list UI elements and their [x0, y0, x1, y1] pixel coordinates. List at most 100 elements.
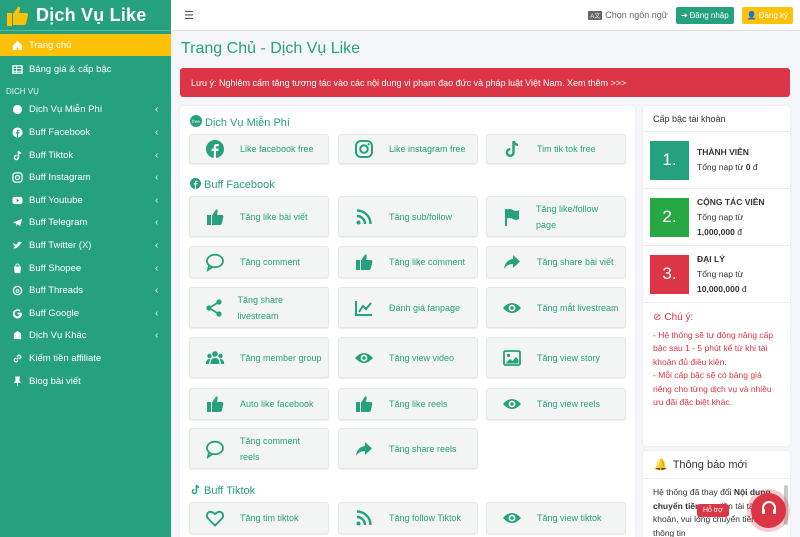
sidebar-item-label: Buff Facebook — [29, 126, 91, 138]
service-card-label: Tăng member group — [240, 352, 322, 363]
service-card[interactable]: Tim tik tok free — [486, 134, 626, 164]
service-card[interactable]: Auto like facebook — [189, 388, 329, 420]
sidebar-item-buff-google[interactable]: Buff Google ‹ — [0, 302, 171, 325]
service-card[interactable]: Tăng sub/follow — [338, 196, 478, 237]
users-icon — [190, 348, 240, 368]
service-card-label: Tăng share reels — [389, 443, 457, 454]
comment-icon — [190, 252, 240, 272]
chevron-left-icon: ‹ — [155, 285, 159, 297]
instagram-icon — [12, 172, 23, 183]
service-card[interactable]: Tăng like comment — [338, 246, 478, 278]
service-card-label: Tăng like comment — [389, 257, 466, 267]
sidebar-section-header: DỊCH VỤ — [6, 86, 39, 96]
services-panel: free Dịch Vụ Miễn Phí Like facebook free Li… — [180, 106, 635, 537]
section-title-label: Buff Tiktok — [204, 485, 256, 497]
free-badge-icon: free — [190, 115, 202, 130]
chevron-left-icon: ‹ — [155, 126, 159, 138]
service-card-label: Tăng like/follow page — [536, 203, 599, 230]
page-title: Trang Chủ - Dịch Vụ Like — [181, 40, 361, 57]
service-card[interactable]: Tăng tim tiktok — [189, 502, 329, 534]
service-card[interactable]: Tăng share livestream — [189, 287, 329, 328]
warning-alert[interactable]: Lưu ý: Nghiêm cấm tăng tương tác vào các… — [180, 68, 790, 97]
sidebar-item-buff-twitter-x-[interactable]: Buff Twitter (X) ‹ — [0, 234, 171, 257]
rank-panel: Cấp bậc tài khoản 1. THÀNH VIÊN Tổng nạp t… — [643, 106, 790, 446]
brand-logo[interactable]: Dịch Vụ Like — [0, 0, 171, 31]
sidebar-item-label: Buff Twitter (X) — [29, 239, 92, 251]
shopee-icon — [12, 263, 23, 274]
sidebar-item-buff-tiktok[interactable]: Buff Tiktok ‹ — [0, 144, 171, 167]
sidebar-item-label: Buff Instagram — [29, 172, 91, 184]
service-card[interactable]: Tăng view video — [338, 337, 478, 378]
chevron-left-icon: ‹ — [155, 149, 159, 161]
image-icon — [487, 348, 537, 368]
support-label[interactable]: Hỗ trợ — [697, 504, 729, 517]
service-card[interactable]: Tăng share reels — [338, 428, 478, 469]
service-card[interactable]: Tăng comment — [189, 246, 329, 278]
pin-icon — [12, 375, 23, 387]
sidebar-item-ki-m-ti-n-affiliate[interactable]: Kiếm tiền affiliate — [0, 347, 171, 370]
register-button[interactable]: 👤 Đăng ký — [741, 6, 793, 24]
section-title-label: Buff Facebook — [204, 179, 275, 191]
sidebar-item-buff-telegram[interactable]: Buff Telegram ‹ — [0, 212, 171, 235]
sidebar-item-d-ch-v-mi-n-ph-[interactable]: Dịch Vụ Miễn Phí ‹ — [0, 99, 171, 122]
menu-toggle-icon[interactable]: ☰ — [184, 9, 194, 22]
service-card-label: Tăng share bài viết — [537, 257, 614, 267]
thumbs-up-icon — [190, 207, 240, 227]
service-card[interactable]: Tăng like bài viết — [189, 196, 329, 237]
sidebar-item-trang-ch-[interactable]: Trang chủ — [0, 34, 171, 56]
language-selector[interactable]: A文 Chọn ngôn ngữ — [588, 10, 668, 20]
rank-item: 3. ĐẠI LÝ Tổng nạp từ 10,000,000 đ — [643, 246, 790, 303]
rank-name: CỘNG TÁC VIÊN — [697, 196, 765, 207]
sidebar-item-buff-facebook[interactable]: Buff Facebook ‹ — [0, 121, 171, 144]
service-card-label: Tăng share livestream — [237, 294, 283, 321]
service-card[interactable]: Tăng like/follow page — [486, 196, 626, 237]
service-card[interactable]: Tăng view reels — [486, 388, 626, 420]
chevron-left-icon: ‹ — [155, 194, 159, 206]
rank-deposit: Tổng nạp từ 0 đ — [697, 162, 758, 172]
topbar: ☰ A文 Chọn ngôn ngữ ➜ Đăng nhập 👤 Đăng ký — [171, 0, 800, 31]
support-button[interactable] — [751, 493, 786, 528]
sidebar-item-blog-b-i-vi-t[interactable]: Blog bài viết — [0, 370, 171, 393]
rank-number: 3. — [650, 254, 689, 294]
section-title-label: Dịch Vụ Miễn Phí — [205, 116, 290, 129]
thumbs-up-logo-icon — [6, 3, 32, 27]
sidebar-item-buff-youtube[interactable]: Buff Youtube ‹ — [0, 189, 171, 212]
service-card[interactable]: Tăng view story — [486, 337, 626, 378]
eye-icon — [487, 508, 537, 528]
sidebar-item-label: Blog bài viết — [29, 375, 81, 387]
chevron-left-icon: ‹ — [155, 239, 159, 251]
rank-note: ⊘ Chú ý: - Hệ thống sẽ tự động nâng cấp b… — [643, 303, 790, 418]
sidebar-item-b-ng-gi-c-p-b-c[interactable]: Bảng giá & cấp bậc — [0, 58, 171, 81]
sidebar-item-label: Buff Shopee — [29, 262, 82, 274]
service-card[interactable]: Tăng view tiktok — [486, 502, 626, 534]
section-title: Buff Tiktok — [190, 484, 255, 498]
sidebar-item-buff-instagram[interactable]: Buff Instagram ‹ — [0, 166, 171, 189]
other-icon — [12, 330, 23, 341]
sidebar-item-d-ch-v-kh-c[interactable]: Dịch Vụ Khác ‹ — [0, 325, 171, 348]
flag-icon — [487, 207, 536, 227]
service-card-label: Tăng sub/follow — [389, 211, 453, 222]
rank-number: 1. — [650, 140, 689, 180]
service-card[interactable]: Đánh giá fanpage — [338, 287, 478, 328]
service-card[interactable]: Tăng share bài viết — [486, 246, 626, 278]
service-card[interactable]: Tăng follow Tiktok — [338, 502, 478, 534]
sidebar-item-label: Trang chủ — [29, 39, 72, 51]
sidebar-item-label: Dịch Vụ Khác — [29, 330, 87, 342]
service-card[interactable]: Tăng comment reels — [189, 428, 329, 469]
share-icon — [339, 439, 389, 459]
service-card-label: Like facebook free — [240, 144, 314, 154]
service-card[interactable]: Tăng member group — [189, 337, 329, 378]
chart-line-icon — [339, 298, 389, 318]
facebook-icon — [12, 127, 23, 138]
service-card[interactable]: Like instagram free — [338, 134, 478, 164]
login-button[interactable]: ➜ Đăng nhập — [675, 6, 734, 24]
service-card[interactable]: Like facebook free — [189, 134, 329, 164]
sidebar-item-label: Bảng giá & cấp bậc — [29, 63, 112, 75]
ban-icon: ⊘ — [653, 312, 662, 323]
sidebar-item-buff-threads[interactable]: Buff Threads ‹ — [0, 279, 171, 302]
service-card[interactable]: Tăng like reels — [338, 388, 478, 420]
facebook-icon — [190, 178, 201, 192]
sidebar-item-buff-shopee[interactable]: Buff Shopee ‹ — [0, 257, 171, 280]
service-card[interactable]: Tăng mắt livestream — [486, 287, 626, 328]
sidebar-item-label: Buff Google — [29, 307, 80, 319]
